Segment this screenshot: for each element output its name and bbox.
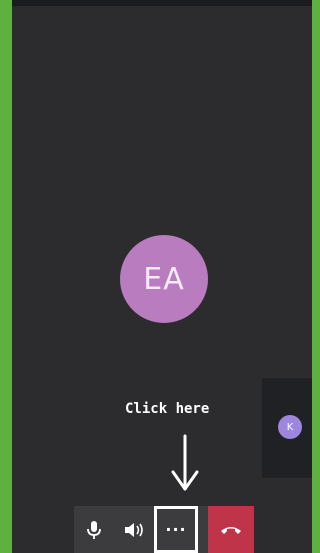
microphone-icon xyxy=(87,520,101,539)
down-arrow-icon xyxy=(171,434,199,491)
microphone-button[interactable] xyxy=(74,506,114,553)
more-options-button[interactable]: ··· xyxy=(154,506,198,553)
side-participant-initial: K xyxy=(286,421,294,433)
side-participant-avatar[interactable]: K xyxy=(278,415,302,439)
call-controls-bar: ··· xyxy=(74,506,254,553)
hang-up-button[interactable] xyxy=(208,506,254,553)
call-stage: EA K Click here ··· xyxy=(12,6,312,553)
participant-tile[interactable]: K xyxy=(262,378,312,478)
hang-up-icon xyxy=(221,526,241,534)
more-options-icon: ··· xyxy=(165,520,187,539)
main-participant-avatar: EA xyxy=(120,235,208,323)
speaker-icon xyxy=(125,522,143,537)
speaker-button[interactable] xyxy=(114,506,154,553)
annotation-text: Click here xyxy=(125,401,210,417)
main-participant-initials: EA xyxy=(143,261,185,297)
screenshot-frame: EA K Click here ··· xyxy=(0,0,312,553)
